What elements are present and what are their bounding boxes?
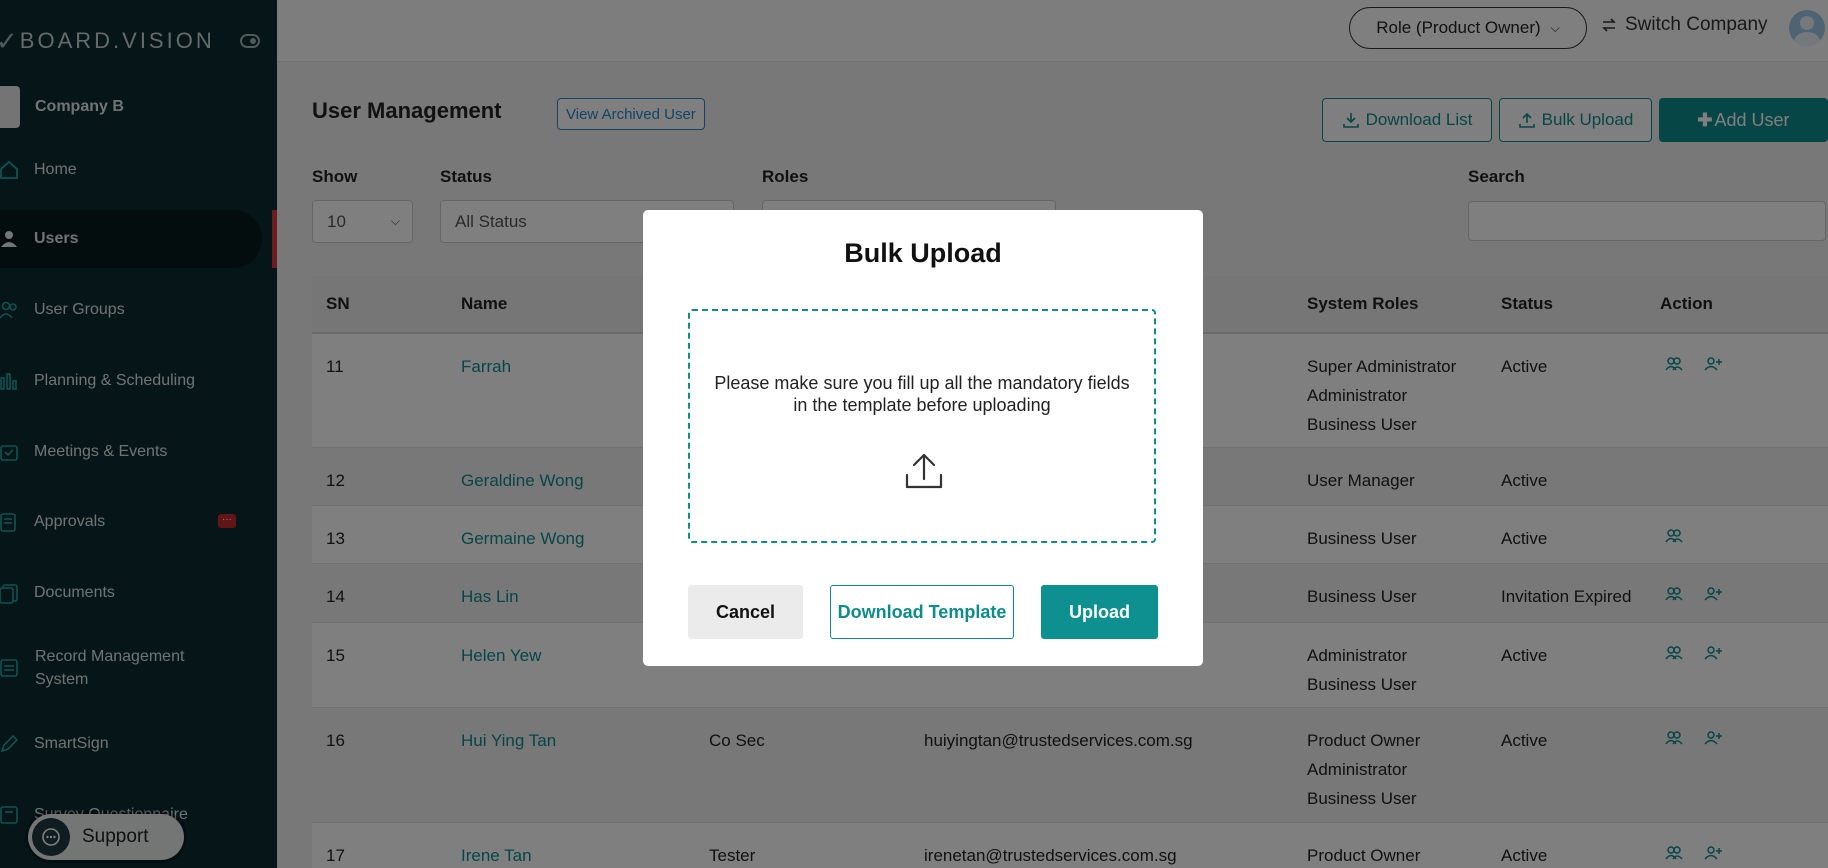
download-template-button[interactable]: Download Template bbox=[830, 585, 1014, 639]
upload-icon bbox=[905, 453, 943, 489]
modal-title: Bulk Upload bbox=[844, 238, 1002, 268]
cancel-button[interactable]: Cancel bbox=[688, 585, 803, 639]
file-dropzone[interactable]: Please make sure you fill up all the man… bbox=[688, 309, 1156, 543]
upload-button[interactable]: Upload bbox=[1041, 585, 1158, 639]
bulk-upload-modal: Bulk Upload Please make sure you fill up… bbox=[643, 210, 1203, 666]
dropzone-instructions: Please make sure you fill up all the man… bbox=[714, 373, 1130, 415]
